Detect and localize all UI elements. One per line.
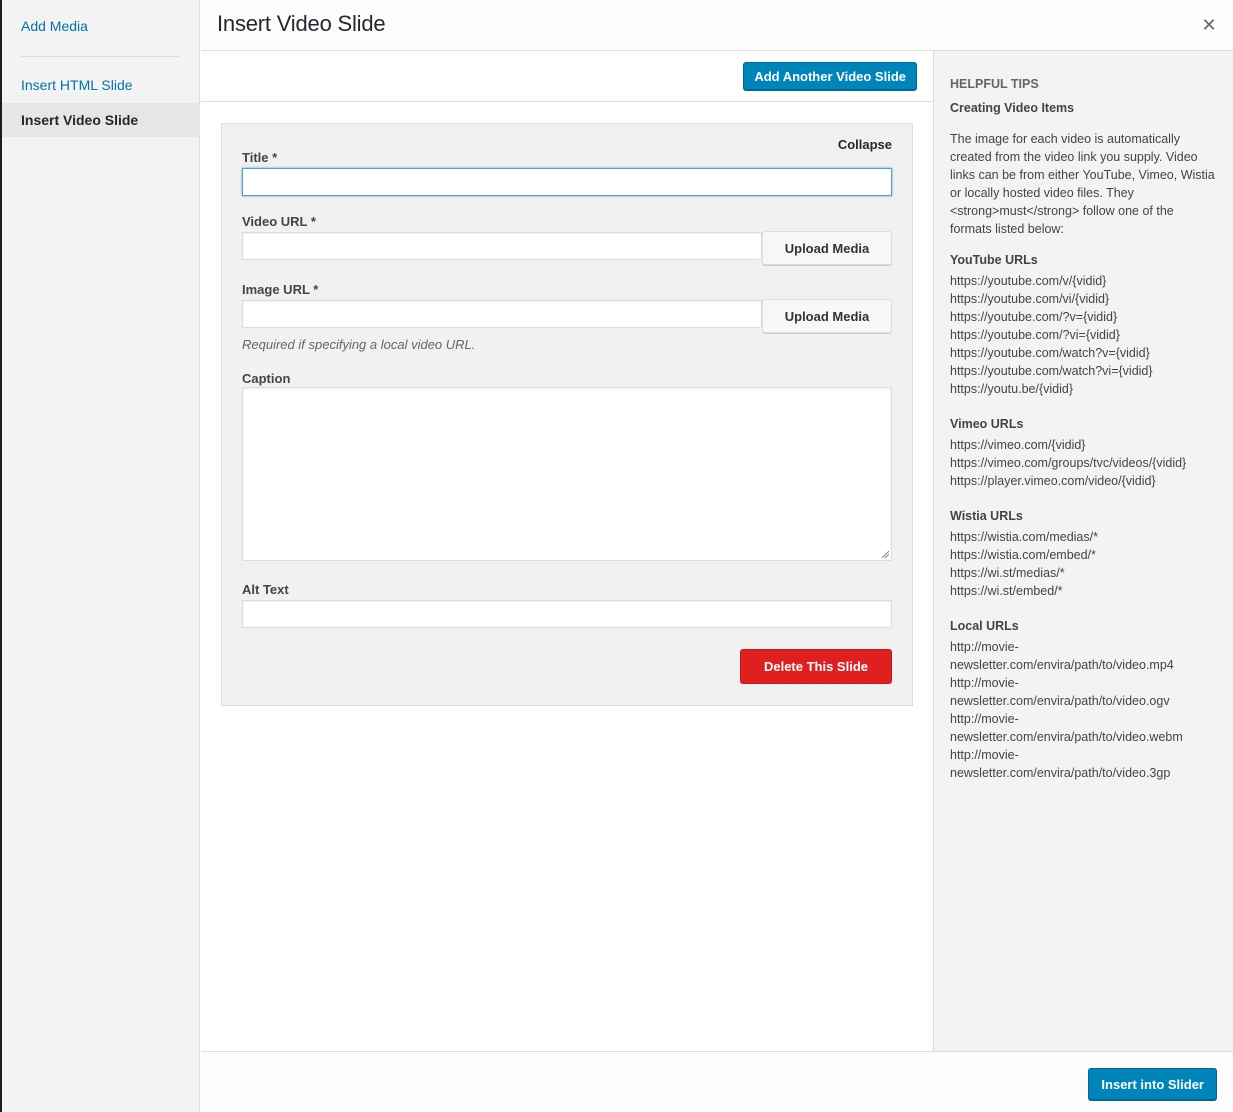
tips-group-title: Vimeo URLs	[950, 417, 1024, 431]
tips-url-item: http://movie-newsletter.com/envira/path/…	[950, 748, 1171, 780]
delete-slide-button[interactable]: Delete This Slide	[740, 649, 892, 684]
tips-url-item: https://youtube.com/vi/{vidid}	[950, 292, 1110, 306]
tips-url-item: https://vimeo.com/{vidid}	[950, 438, 1086, 452]
sidebar-separator	[21, 56, 179, 57]
tips-url-item: https://youtube.com/watch?v={vidid}	[950, 346, 1150, 360]
alt-text-label: Alt Text	[242, 582, 289, 597]
media-sidebar: Add Media Insert HTML Slide Insert Video…	[2, 0, 200, 1112]
tips-url-item: https://wi.st/medias/*	[950, 566, 1065, 580]
tips-url-list: https://youtube.com/v/{vidid} https://you…	[950, 272, 1217, 398]
image-url-help-text: Required if specifying a local video URL…	[242, 337, 476, 352]
tips-url-item: http://movie-newsletter.com/envira/path/…	[950, 640, 1174, 672]
title-label: Title *	[242, 150, 278, 165]
modal-header: Insert Video Slide ✕	[201, 0, 1233, 51]
tips-group-title: YouTube URLs	[950, 253, 1038, 267]
tips-url-item: https://youtube.com/watch?vi={vidid}	[950, 364, 1153, 378]
sidebar-item-add-media[interactable]: Add Media	[2, 18, 107, 34]
video-slide-panel: Collapse Title * Video URL * Upload Medi…	[221, 123, 913, 706]
page-title: Insert Video Slide	[217, 11, 386, 36]
image-url-input[interactable]	[242, 300, 762, 328]
main-content: Collapse Title * Video URL * Upload Medi…	[201, 102, 933, 1051]
collapse-link[interactable]: Collapse	[838, 137, 892, 152]
tips-url-list: https://vimeo.com/{vidid} https://vimeo.c…	[950, 436, 1217, 490]
resize-grip-icon[interactable]	[881, 550, 889, 558]
tips-url-item: https://youtu.be/{vidid}	[950, 382, 1074, 396]
tips-url-item: https://wistia.com/medias/*	[950, 530, 1098, 544]
tips-url-item: https://wi.st/embed/*	[950, 584, 1063, 598]
video-url-label: Video URL *	[242, 214, 316, 229]
toolbar: Add Another Video Slide	[201, 51, 933, 102]
tips-url-list: http://movie-newsletter.com/envira/path/…	[950, 638, 1217, 782]
caption-textarea[interactable]	[242, 387, 892, 561]
tips-url-groups: YouTube URLs https://youtube.com/v/{vidid…	[950, 251, 1217, 782]
title-input[interactable]	[242, 168, 892, 196]
tips-url-item: http://movie-newsletter.com/envira/path/…	[950, 712, 1183, 744]
tips-subheading: Creating Video Items	[950, 101, 1075, 115]
tips-url-list: https://wistia.com/medias/* https://wisti…	[950, 528, 1217, 600]
image-upload-media-button[interactable]: Upload Media	[762, 299, 892, 333]
sidebar-item-insert-html-slide[interactable]: Insert HTML Slide	[2, 77, 152, 93]
image-url-label: Image URL *	[242, 282, 319, 297]
close-button[interactable]: ✕	[1199, 14, 1219, 36]
tips-url-item: https://youtube.com/?vi={vidid}	[950, 328, 1120, 342]
helpful-tips-panel: HELPFUL TIPS Creating Video Items The im…	[933, 51, 1233, 1051]
video-url-input[interactable]	[242, 232, 762, 260]
tips-group-title: Local URLs	[950, 619, 1019, 633]
tips-intro: The image for each video is automaticall…	[950, 132, 1215, 236]
sidebar-item-insert-video-slide[interactable]: Insert Video Slide	[2, 103, 200, 137]
close-x-icon: ✕	[1201, 15, 1217, 35]
modal-footer: Insert into Slider	[201, 1051, 1233, 1112]
tips-url-item: https://vimeo.com/groups/tvc/videos/{vid…	[950, 456, 1187, 470]
alt-text-input[interactable]	[242, 600, 892, 628]
tips-heading: HELPFUL TIPS	[950, 77, 1039, 91]
tips-url-item: https://player.vimeo.com/video/{vidid}	[950, 474, 1156, 488]
tips-url-item: http://movie-newsletter.com/envira/path/…	[950, 676, 1170, 708]
tips-url-item: https://youtube.com/?v={vidid}	[950, 310, 1118, 324]
tips-url-item: https://wistia.com/embed/*	[950, 548, 1096, 562]
caption-label: Caption	[242, 371, 291, 386]
tips-url-item: https://youtube.com/v/{vidid}	[950, 274, 1107, 288]
insert-into-slider-button[interactable]: Insert into Slider	[1088, 1068, 1217, 1100]
tips-group-title: Wistia URLs	[950, 509, 1023, 523]
add-another-video-slide-button[interactable]: Add Another Video Slide	[743, 62, 917, 90]
video-upload-media-button[interactable]: Upload Media	[762, 231, 892, 265]
